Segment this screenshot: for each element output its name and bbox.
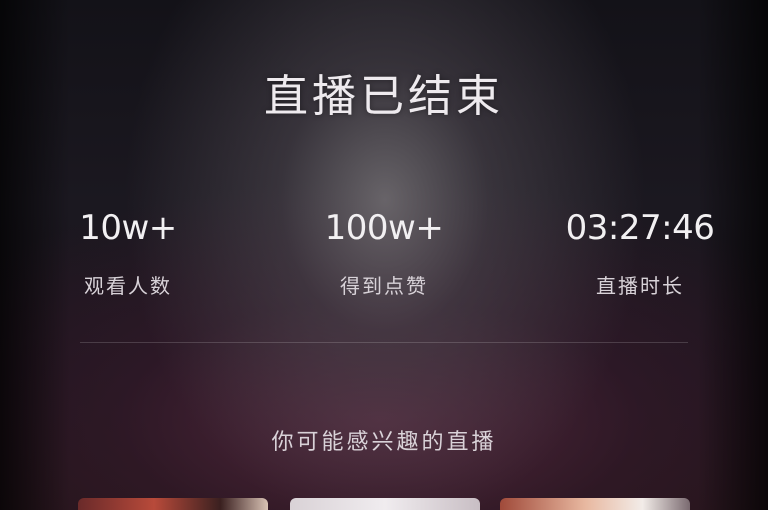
stat-viewers: 10w+ 观看人数 — [18, 208, 238, 299]
stat-likes-label: 得到点赞 — [340, 274, 428, 298]
section-divider — [80, 342, 688, 343]
stat-likes: 100w+ 得到点赞 — [274, 208, 494, 299]
stat-viewers-value: 10w+ — [79, 208, 177, 248]
recommended-live-card[interactable] — [500, 498, 690, 510]
stat-viewers-label: 观看人数 — [84, 274, 172, 298]
live-ended-screen: 直播已结束 10w+ 观看人数 100w+ 得到点赞 03:27:46 直播时长… — [0, 0, 768, 510]
recommended-live-card[interactable] — [78, 498, 268, 510]
stat-duration-value: 03:27:46 — [565, 208, 715, 248]
stat-duration: 03:27:46 直播时长 — [530, 208, 750, 299]
stat-duration-label: 直播时长 — [596, 274, 684, 298]
recommend-heading: 你可能感兴趣的直播 — [271, 430, 497, 455]
stat-likes-value: 100w+ — [324, 208, 444, 248]
live-ended-title: 直播已结束 — [264, 71, 504, 122]
recommended-live-card[interactable] — [290, 498, 480, 510]
